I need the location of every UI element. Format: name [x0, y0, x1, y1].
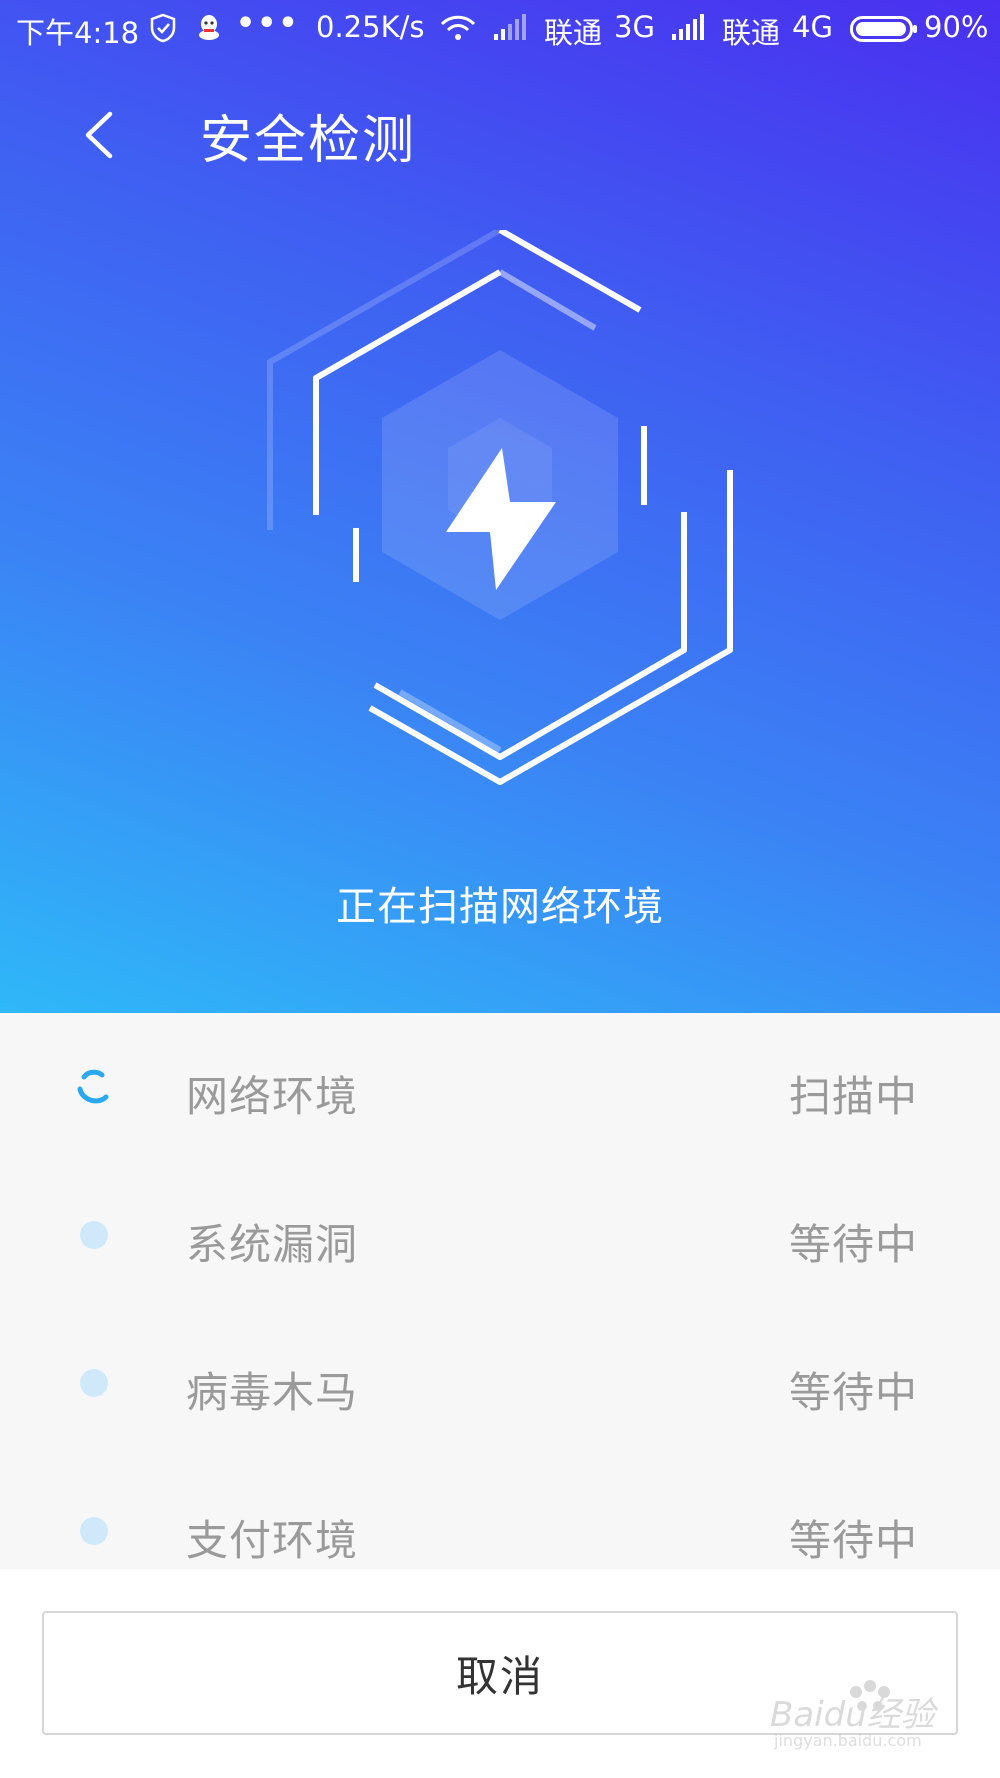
scan-item-status: 扫描中	[788, 1072, 918, 1121]
scan-item-status: 等待中	[788, 1220, 918, 1269]
battery-icon	[850, 16, 917, 42]
pending-dot-icon	[80, 1517, 108, 1545]
carrier-label: 联通	[544, 16, 603, 50]
scan-item-status: 等待中	[788, 1368, 918, 1417]
scan-item-virus-trojan: 病毒木马 等待中	[0, 1309, 1000, 1457]
page-title: 安全检测	[200, 111, 417, 171]
loading-spinner-icon	[77, 1069, 109, 1104]
shield-icon	[150, 13, 176, 43]
svg-text:Baidu经验: Baidu经验	[770, 1695, 939, 1735]
signal-icon	[494, 14, 526, 40]
status-time: 下午4:18	[16, 16, 140, 50]
pending-dot-icon	[80, 1221, 108, 1249]
network-type: 4G	[792, 10, 833, 44]
svg-text:jingyan.baidu.com: jingyan.baidu.com	[773, 1731, 922, 1750]
scan-item-status: 等待中	[788, 1516, 918, 1565]
wifi-icon	[440, 15, 476, 40]
scan-item-network: 网络环境 扫描中	[0, 1013, 1000, 1161]
qq-icon	[199, 15, 219, 40]
scan-shield-graphic	[267, 230, 733, 785]
net-speed: 0.25K/s	[316, 10, 425, 44]
scan-status-text: 正在扫描网络环境	[336, 884, 664, 930]
scan-hero: 下午4:18 ••• 0.25K/s 联通 3G 联通 4G 90% 安全检测 …	[0, 0, 1000, 1013]
status-bar: 下午4:18 ••• 0.25K/s 联通 3G 联通 4G 90%	[0, 0, 1000, 58]
scan-item-system-vulnerability: 系统漏洞 等待中	[0, 1161, 1000, 1309]
scan-item-label: 系统漏洞	[186, 1220, 359, 1269]
carrier-label: 联通	[722, 16, 781, 50]
scan-item-list: 网络环境 扫描中 系统漏洞 等待中 病毒木马 等待中 支付环境 等待中	[0, 1013, 1000, 1569]
scan-item-label: 支付环境	[186, 1516, 359, 1565]
more-notifications: •••	[236, 6, 300, 41]
chevron-left-icon	[85, 111, 113, 159]
baidu-watermark-logo: Baidu经验 jingyan.baidu.com	[770, 1680, 939, 1750]
scan-item-label: 网络环境	[186, 1072, 359, 1121]
pending-dot-icon	[80, 1369, 108, 1397]
signal-icon	[672, 14, 704, 40]
network-type: 3G	[614, 10, 655, 44]
battery-percent: 90%	[924, 10, 989, 44]
back-button[interactable]	[70, 100, 130, 170]
scan-item-payment-environment: 支付环境 等待中	[0, 1457, 1000, 1569]
scan-item-label: 病毒木马	[186, 1368, 359, 1417]
